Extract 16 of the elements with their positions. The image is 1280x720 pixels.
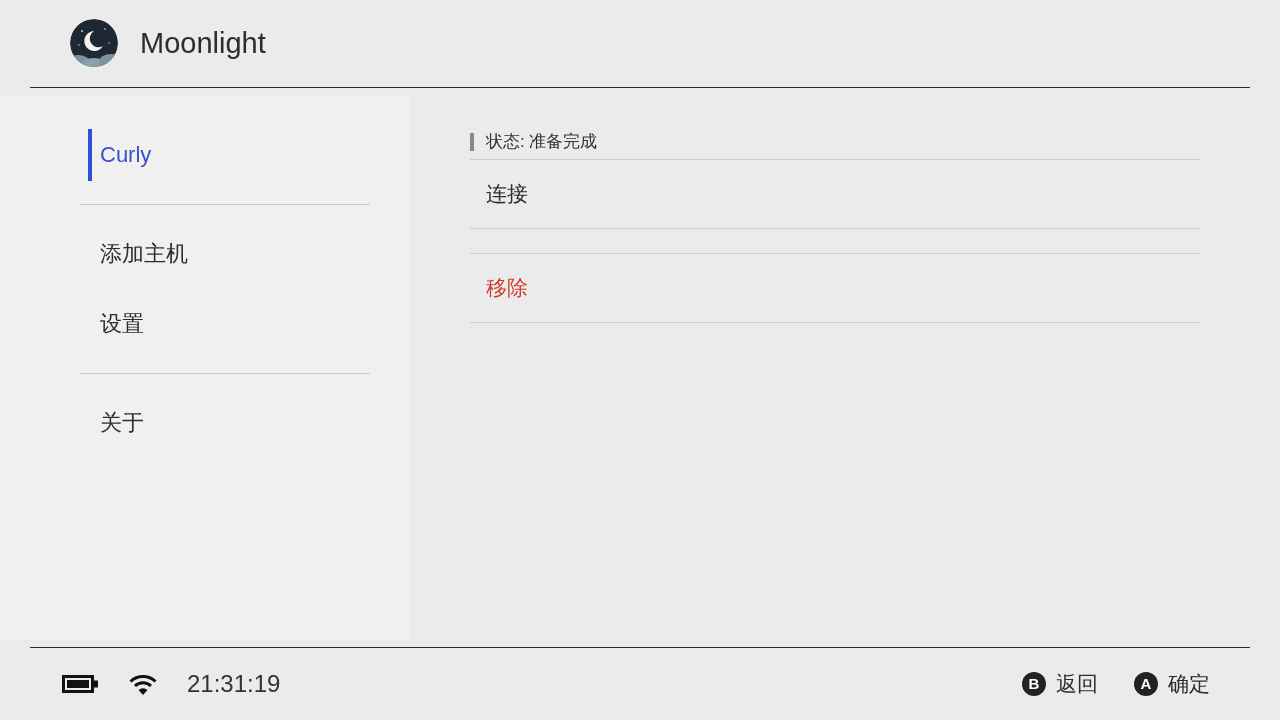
status-label: 状态: 准备完成 — [470, 133, 598, 151]
sidebar-item[interactable]: 添加主机 — [80, 219, 370, 289]
controller-key-glyph: A — [1134, 672, 1158, 696]
battery-icon — [62, 675, 98, 693]
controller-key-glyph: B — [1022, 672, 1046, 696]
clock-time: 21:31:19 — [187, 670, 281, 698]
sidebar-item[interactable]: 关于 — [80, 388, 370, 458]
sidebar-item[interactable]: Curly — [80, 120, 370, 190]
sidebar-item[interactable]: 设置 — [80, 289, 370, 359]
action-item[interactable]: 连接 — [470, 160, 1200, 228]
wifi-icon — [129, 673, 157, 695]
hint-label: 确定 — [1168, 671, 1210, 697]
app-title: Moonlight — [140, 27, 266, 60]
action-item[interactable]: 移除 — [470, 254, 1200, 322]
moon-logo-icon — [70, 18, 118, 67]
hint-label: 返回 — [1056, 671, 1098, 697]
